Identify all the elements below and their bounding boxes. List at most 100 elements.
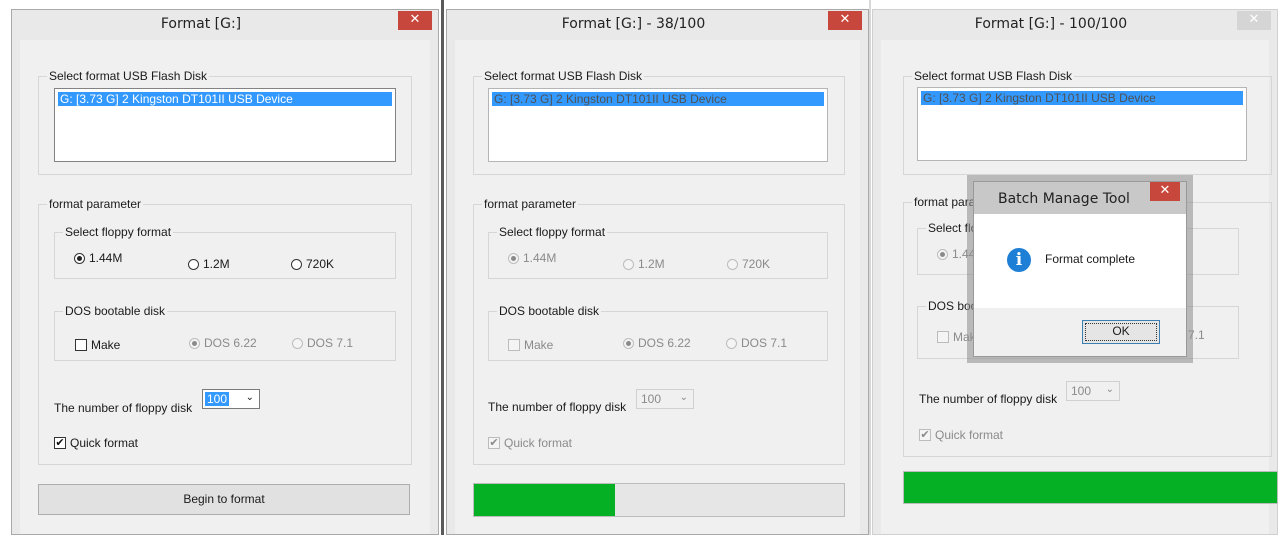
- quick-format-checkbox[interactable]: ✔ Quick format: [54, 436, 138, 450]
- begin-format-button[interactable]: Begin to format: [38, 484, 410, 515]
- radio-label: 720K: [306, 257, 335, 271]
- close-icon: ✕: [1159, 183, 1171, 198]
- dos-7-1-label: 7.1: [1188, 328, 1205, 342]
- radio-label: 720K: [742, 257, 771, 271]
- checkmark-icon: ✔: [54, 436, 66, 449]
- window-body: Select format USB Flash Disk G: [3.73 G]…: [455, 40, 860, 534]
- make-checkbox[interactable]: Mak: [937, 330, 976, 344]
- checkbox-label: Quick format: [935, 428, 1004, 442]
- checkbox-icon: [937, 331, 949, 343]
- floppy-count-value: 100: [641, 392, 662, 406]
- radio-label: 1.44M: [89, 251, 123, 265]
- floppy-format-label: Select floppy format: [499, 225, 606, 239]
- title-bar: Format [G:] - 100/100 ✕: [873, 10, 1277, 40]
- checkbox-icon: [75, 339, 87, 351]
- close-button[interactable]: ✕: [1237, 11, 1271, 30]
- floppy-count-value: 100: [1071, 384, 1092, 398]
- quick-format-checkbox[interactable]: ✔ Quick format: [919, 428, 1003, 442]
- title-bar: Format [G:] ✕: [12, 10, 438, 40]
- radio-1-44m[interactable]: 1.44M: [508, 251, 556, 265]
- radio-icon: [292, 337, 303, 349]
- checkbox-icon: [508, 339, 520, 351]
- device-group-label: Select format USB Flash Disk: [484, 69, 643, 83]
- panel-separator: [869, 0, 871, 535]
- chevron-down-icon: ⌄: [245, 392, 254, 403]
- floppy-format-label: Select floppy format: [65, 225, 172, 239]
- radio-1-2m[interactable]: 1.2M: [188, 257, 230, 271]
- window-title: Format [G:]: [160, 16, 242, 32]
- dos-bootable-group: DOS bootable disk: [488, 304, 828, 361]
- radio-1-44m[interactable]: 1.44M: [74, 251, 122, 265]
- radio-dos-6-22[interactable]: DOS 6.22: [189, 336, 257, 350]
- device-listbox[interactable]: G: [3.73 G] 2 Kingston DT101II USB Devic…: [54, 88, 396, 162]
- radio-icon: [937, 248, 948, 260]
- format-parameter-label: format parameter: [49, 197, 142, 211]
- message-text: Format complete: [1045, 252, 1136, 266]
- checkbox-label: Quick format: [504, 436, 573, 450]
- radio-icon: [189, 337, 200, 349]
- progress-fill: [904, 472, 1277, 503]
- window-title: Format [G:] - 100/100: [974, 16, 1128, 32]
- progress-fill: [474, 484, 615, 516]
- radio-dos-7-1[interactable]: DOS 7.1: [726, 336, 787, 350]
- floppy-count-label: The number of floppy disk: [54, 401, 193, 415]
- dos-bootable-label: DOS bootable disk: [65, 304, 166, 318]
- floppy-count-label: The number of floppy disk: [919, 392, 1058, 406]
- window-title: Format [G:] - 38/100: [561, 16, 706, 32]
- radio-720k[interactable]: 720K: [727, 257, 770, 271]
- radio-label: 1.44: [952, 247, 976, 261]
- make-checkbox[interactable]: Make: [75, 338, 120, 352]
- device-group-label: Select format USB Flash Disk: [914, 69, 1073, 83]
- close-icon: ✕: [409, 12, 421, 27]
- radio-label: DOS 6.22: [638, 336, 691, 350]
- device-list-item[interactable]: G: [3.73 G] 2 Kingston DT101II USB Devic…: [58, 92, 392, 106]
- radio-dos-7-1[interactable]: DOS 7.1: [292, 336, 353, 350]
- info-icon: i: [1007, 248, 1031, 272]
- radio-icon: [726, 337, 737, 349]
- panel-separator: [441, 0, 444, 535]
- close-icon: ✕: [1248, 12, 1260, 27]
- radio-label: 1.44M: [523, 251, 557, 265]
- format-window-1: Format [G:] ✕ Select format USB Flash Di…: [11, 9, 439, 535]
- radio-icon: [727, 258, 738, 270]
- radio-1-44[interactable]: 1.44: [937, 247, 975, 261]
- message-box-title-bar: Batch Manage Tool ✕: [974, 182, 1186, 214]
- checkbox-label: Quick format: [70, 436, 139, 450]
- message-box-title: Batch Manage Tool: [998, 191, 1130, 207]
- checkbox-label: Make: [91, 338, 121, 352]
- floppy-count-combo[interactable]: 100 ⌄: [202, 389, 260, 409]
- checkbox-label: Make: [524, 338, 554, 352]
- device-listbox[interactable]: G: [3.73 G] 2 Kingston DT101II USB Devic…: [917, 87, 1247, 161]
- radio-label: DOS 7.1: [307, 336, 354, 350]
- message-box-content: i Format complete: [974, 214, 1186, 308]
- radio-icon: [188, 258, 199, 270]
- radio-dos-6-22[interactable]: DOS 6.22: [623, 336, 691, 350]
- floppy-count-value: 100: [205, 392, 230, 406]
- message-box-footer: OK: [974, 308, 1186, 356]
- radio-icon: [508, 252, 519, 264]
- floppy-count-combo[interactable]: 100 ⌄: [636, 389, 694, 409]
- close-button[interactable]: ✕: [828, 11, 862, 30]
- checkmark-icon: ✔: [488, 436, 500, 449]
- quick-format-checkbox[interactable]: ✔ Quick format: [488, 436, 572, 450]
- title-bar: Format [G:] - 38/100 ✕: [447, 10, 868, 40]
- radio-icon: [74, 252, 85, 264]
- floppy-format-label: Select flo: [928, 221, 978, 235]
- message-box-close-button[interactable]: ✕: [1150, 182, 1180, 201]
- device-listbox[interactable]: G: [3.73 G] 2 Kingston DT101II USB Devic…: [488, 88, 828, 162]
- device-list-item[interactable]: G: [3.73 G] 2 Kingston DT101II USB Devic…: [921, 91, 1243, 105]
- dos-bootable-label: DOS bootable disk: [499, 304, 600, 318]
- radio-label: 1.2M: [203, 257, 230, 271]
- chevron-down-icon: ⌄: [1105, 384, 1114, 395]
- radio-720k[interactable]: 720K: [291, 257, 334, 271]
- close-button[interactable]: ✕: [398, 11, 432, 30]
- checkmark-icon: ✔: [919, 428, 931, 441]
- radio-icon: [291, 258, 302, 270]
- ok-button[interactable]: OK: [1082, 320, 1160, 344]
- radio-icon: [623, 258, 634, 270]
- radio-1-2m[interactable]: 1.2M: [623, 257, 665, 271]
- floppy-count-combo[interactable]: 100 ⌄: [1066, 381, 1120, 401]
- make-checkbox[interactable]: Make: [508, 338, 553, 352]
- device-list-item[interactable]: G: [3.73 G] 2 Kingston DT101II USB Devic…: [492, 92, 824, 106]
- device-group-label: Select format USB Flash Disk: [49, 69, 208, 83]
